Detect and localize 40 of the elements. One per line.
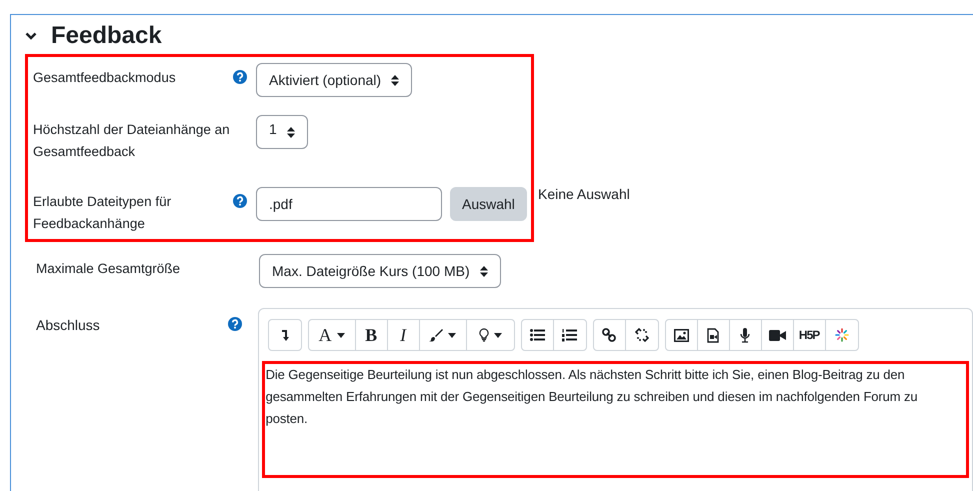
field-label: Maximale Gesamtgröße xyxy=(36,260,182,278)
field-label: Abschluss xyxy=(36,316,101,335)
brush-icon xyxy=(429,328,444,342)
image-icon xyxy=(674,328,689,342)
chevron-down-icon[interactable] xyxy=(25,32,37,40)
section-title: Feedback xyxy=(51,21,162,51)
help-icon[interactable] xyxy=(233,70,247,84)
video-camera-icon xyxy=(768,330,786,340)
no-selection-text: Keine Auswahl xyxy=(538,185,630,204)
lightbulb-icon xyxy=(478,328,489,342)
italic-button[interactable]: I xyxy=(388,320,420,350)
field-label: Höchstzahl der Dateianhänge an Gesamtfeedback xyxy=(33,121,231,161)
numbered-list-icon xyxy=(562,328,578,342)
updown-icon xyxy=(391,74,400,86)
filetypes-input[interactable]: .pdf xyxy=(256,187,442,221)
updown-icon xyxy=(480,266,488,276)
field-label: Gesamtfeedbackmodus xyxy=(33,69,177,87)
field-label: Erlaubte Dateitypen für Feedbackanhänge xyxy=(33,193,172,233)
caret-icon xyxy=(448,332,456,338)
text-editor[interactable] xyxy=(258,308,973,491)
select-field[interactable]: Max. Dateigröße Kurs (100 MB) xyxy=(259,254,501,288)
caret-icon xyxy=(336,332,345,338)
sparkle-icon xyxy=(834,328,849,342)
select-field[interactable]: 1 xyxy=(256,115,308,149)
font-color-button[interactable]: A xyxy=(308,320,356,350)
bold-button[interactable]: B xyxy=(356,320,388,350)
h5p-button[interactable]: H5P xyxy=(794,320,826,350)
microphone-icon xyxy=(740,328,750,342)
choose-button[interactable]: Auswahl xyxy=(450,187,527,221)
caret-icon xyxy=(494,332,502,338)
help-icon[interactable] xyxy=(228,317,242,331)
bullet-list-icon xyxy=(530,329,545,341)
arrow-down-icon xyxy=(280,330,289,340)
select-field[interactable]: Aktiviert (optional) xyxy=(256,63,412,97)
video-file-icon xyxy=(707,328,720,342)
help-icon[interactable] xyxy=(233,194,247,208)
updown-icon xyxy=(286,126,295,138)
broken-link-icon xyxy=(634,328,649,342)
link-icon xyxy=(602,328,616,342)
editor-text: Die Gegenseitige Beurteilung ist nun abgeschlossen. Als nächsten Schritt bitte ich Sie, einen Blog-Beitrag zu den gesammelten Erfahrungen mit der Gegenseitigen Beurteilung zu schreiben und diesen im nachfolgenden Forum zu posten. xyxy=(266,366,919,428)
